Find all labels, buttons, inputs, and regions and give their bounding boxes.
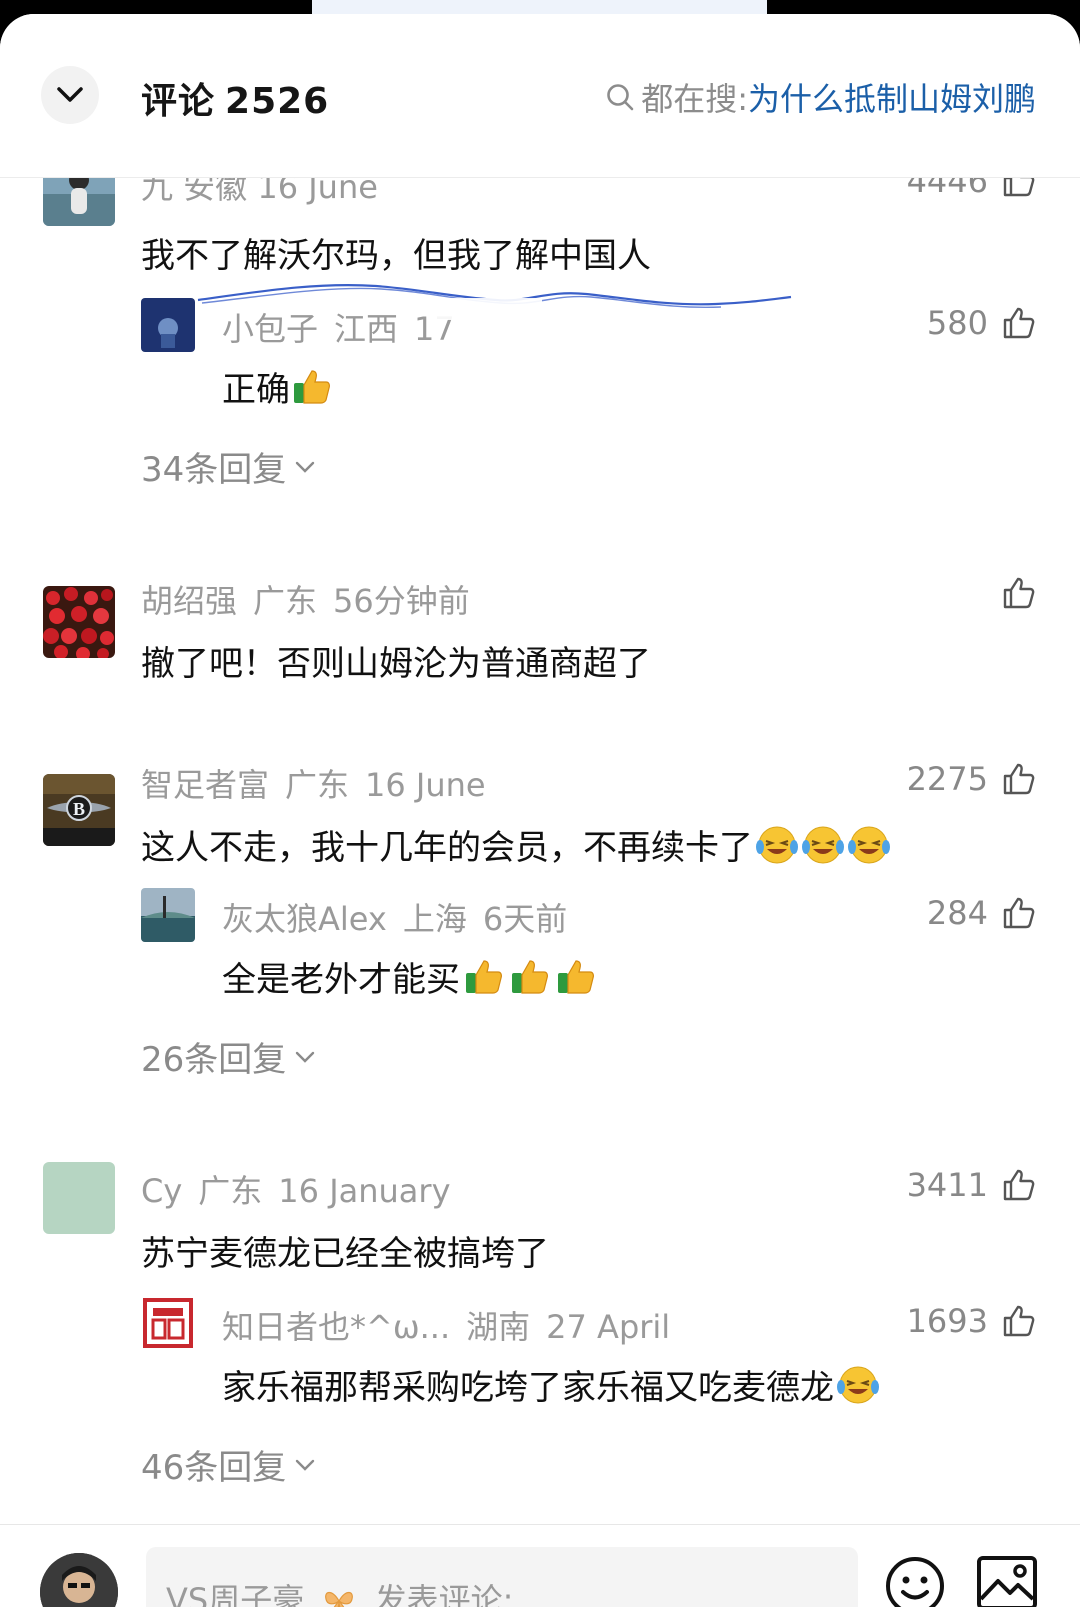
comment-input[interactable]: VS周子豪 发表评论: [146,1547,858,1607]
reply-meta: 灰太狼Alex 上海 6天前 [222,894,567,940]
comments-title: 评论 2526 [141,72,329,124]
avatar[interactable] [43,586,115,658]
crying-laughing-emoji-icon [802,826,844,864]
comment-text: 苏宁麦德龙已经全被搞垮了 [141,1234,549,1274]
comment-meta: Cy 广东 16 January [141,1166,451,1212]
view-replies-button[interactable]: 26条回复 [141,1032,316,1081]
scribble-mark [197,283,792,320]
reply-text-content: 家乐福那帮采购吃垮了家乐福又吃麦德龙 [222,1368,834,1408]
like-button[interactable]: 2275 [907,760,1036,798]
comment-username[interactable]: 智足者富 [141,766,269,804]
crying-laughing-emoji-icon [756,826,798,864]
reply-text-content: 全是老外才能买 [222,960,460,1000]
thumbs-up-icon [1003,763,1035,795]
chevron-down-icon [296,461,315,473]
comment-input-user: VS周子豪 [166,1581,305,1607]
comment-username[interactable]: 胡绍强 [141,582,237,620]
thumbs-up-emoji-icon [512,960,548,994]
comment-time: 16 June [365,766,486,804]
comment-text: 这人不走，我十几年的会员，不再续卡了 [141,820,891,869]
comment-username[interactable]: Cy [141,1172,182,1210]
smile-icon[interactable] [884,1555,946,1607]
chevron-down-icon [296,1459,315,1471]
trending-search-prefix: 都在搜: [641,80,748,118]
reply-avatar[interactable] [141,298,195,352]
svg-text:B: B [73,799,85,819]
chevron-down-icon [57,87,83,102]
comment-compose-bar: VS周子豪 发表评论: [0,1524,1080,1607]
reply-avatar[interactable] [141,888,195,942]
butterfly-icon [325,1591,354,1607]
reply-like-button[interactable]: 284 [927,894,1036,932]
replies-count-label: 34条回复 [141,450,287,490]
comment-location: 广东 [253,582,318,620]
reply-like-count: 284 [926,894,988,932]
like-button[interactable]: 3411 [907,1166,1036,1204]
image-icon[interactable] [976,1555,1038,1607]
comment-meta: 智足者富 广东 16 June [141,760,486,806]
reply-text: 全是老外才能买 [222,952,598,1001]
reply-like-button[interactable]: 1693 [907,1302,1036,1340]
thumbs-up-icon [1003,897,1035,929]
comment-text: 撤了吧！否则山姆沦为普通商超了 [141,644,651,684]
view-replies-button[interactable]: 34条回复 [141,442,316,491]
like-count: 3411 [906,1166,988,1204]
comments-sheet: 评论 2526 都在搜: 为什么抵制山姆刘鹏 九 安徽 16 June 4446… [0,14,1080,1607]
thumbs-up-icon [1003,1305,1035,1337]
comment-time: 56分钟前 [333,582,470,620]
reply-like-button[interactable]: 580 [927,304,1036,342]
thumbs-up-emoji-icon [466,960,502,994]
comment-input-placeholder: 发表评论: [374,1581,514,1607]
reply-username[interactable]: 知日者也*^ω... [222,1308,450,1346]
comment-time: 16 January [278,1172,451,1210]
thumbs-up-icon [1003,1169,1035,1201]
view-replies-button[interactable]: 46条回复 [141,1440,316,1489]
thumbs-up-emoji-icon [294,370,330,404]
reply-username[interactable]: 灰太狼Alex [222,900,387,938]
crying-laughing-emoji-icon [837,1366,879,1404]
replies-count-label: 26条回复 [141,1040,287,1080]
like-button[interactable] [1002,576,1036,610]
reply-location: 上海 [402,900,467,938]
reply-meta: 知日者也*^ω... 湖南 27 April [222,1302,670,1348]
comments-header: 评论 2526 都在搜: 为什么抵制山姆刘鹏 [0,14,1080,178]
my-avatar[interactable] [40,1553,118,1607]
comment-meta: 胡绍强 广东 56分钟前 [141,576,470,622]
avatar[interactable]: B [43,774,115,846]
replies-count-label: 46条回复 [141,1448,287,1488]
reply-avatar[interactable] [141,1296,195,1350]
crying-laughing-emoji-icon [848,826,890,864]
comment-text-content: 这人不走，我十几年的会员，不再续卡了 [141,828,753,868]
comment-location: 广东 [198,1172,263,1210]
avatar[interactable] [43,1162,115,1234]
trending-search-query[interactable]: 为什么抵制山姆刘鹏 [748,74,1036,120]
reply-time: 27 April [546,1308,671,1346]
reply-text: 正确 [222,362,332,411]
reply-text-content: 正确 [222,370,290,410]
thumbs-up-icon [1003,307,1035,339]
comments-count: 2526 [225,81,330,122]
collapse-button[interactable] [41,66,99,124]
comment-location: 广东 [285,766,350,804]
thumbs-up-emoji-icon [558,960,594,994]
reply-like-count: 1693 [906,1302,988,1340]
search-icon [607,84,634,111]
comments-title-label: 评论 [141,81,216,122]
trending-search[interactable]: 都在搜: 为什么抵制山姆刘鹏 [605,74,1036,120]
reply-time: 6天前 [482,900,568,938]
reply-text: 家乐福那帮采购吃垮了家乐福又吃麦德龙 [222,1360,880,1409]
reply-location: 湖南 [466,1308,531,1346]
like-count: 2275 [906,760,988,798]
thumbs-up-icon [1003,577,1035,609]
chevron-down-icon [296,1051,315,1063]
reply-like-count: 580 [926,304,988,342]
